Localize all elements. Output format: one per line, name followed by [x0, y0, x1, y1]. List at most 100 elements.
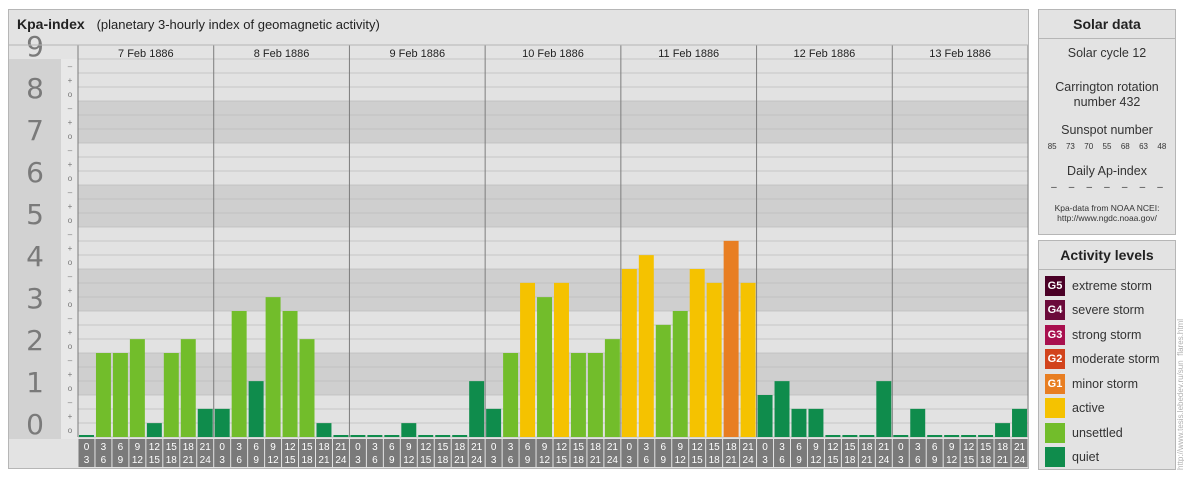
y-tick-label: 2 [26, 324, 44, 357]
kpa-bar [808, 408, 824, 437]
kpa-bar [469, 381, 485, 437]
interval-start-label: 3 [236, 442, 242, 453]
interval-start-label: 21 [200, 442, 212, 453]
ap-index-values: – – – – – – – [1039, 182, 1175, 193]
interval-end-label: 9 [389, 455, 395, 466]
interval-end-label: 21 [454, 455, 466, 466]
interval-start-label: 15 [301, 442, 313, 453]
ap-value: – [1157, 182, 1163, 193]
ap-value: – [1086, 182, 1093, 193]
interval-end-label: 18 [844, 455, 856, 466]
interval-end-label: 18 [166, 455, 178, 466]
minor-tick-label: + [68, 286, 73, 295]
interval-end-label: 12 [403, 455, 415, 466]
minor-tick-label: – [68, 62, 73, 71]
kpa-bar [672, 311, 688, 437]
legend-label: moderate storm [1072, 352, 1160, 366]
y-tick-label: 5 [26, 198, 44, 231]
kpa-bar [384, 435, 400, 437]
interval-end-label: 6 [779, 455, 785, 466]
interval-end-label: 24 [335, 455, 347, 466]
interval-start-label: 3 [644, 442, 650, 453]
interval-end-label: 18 [573, 455, 585, 466]
legend-label: minor storm [1072, 377, 1138, 391]
interval-end-label: 15 [827, 455, 839, 466]
minor-tick-label: o [68, 342, 73, 351]
kpa-bar [418, 435, 434, 437]
interval-start-label: 6 [932, 442, 938, 453]
minor-tick-label: – [68, 314, 73, 323]
minor-tick-label: – [68, 356, 73, 365]
minor-tick-label: o [68, 90, 73, 99]
interval-end-label: 12 [810, 455, 822, 466]
interval-start-label: 0 [491, 442, 497, 453]
ap-index-label: Daily Ap-index [1067, 164, 1147, 178]
legend-item-quiet: quiet [1045, 447, 1099, 467]
sunspot-value: 55 [1102, 142, 1112, 151]
interval-end-label: 3 [84, 455, 90, 466]
interval-end-label: 21 [183, 455, 195, 466]
interval-end-label: 21 [590, 455, 602, 466]
legend-label: unsettled [1072, 426, 1123, 440]
interval-start-label: 3 [372, 442, 378, 453]
ap-value: – [1104, 182, 1110, 193]
kpa-bar [486, 408, 502, 437]
legend-swatch: G1 [1045, 374, 1065, 394]
minor-tick-label: + [68, 160, 73, 169]
kpa-bar [876, 381, 892, 437]
interval-start-label: 18 [454, 442, 466, 453]
interval-end-label: 18 [301, 455, 313, 466]
kpa-bar [214, 408, 230, 437]
kpa-bar [570, 353, 586, 437]
day-label: 11 Feb 1886 [658, 48, 719, 60]
interval-start-label: 9 [949, 442, 955, 453]
kpa-bar [537, 297, 552, 437]
y-tick-label: 0 [26, 408, 44, 441]
interval-end-label: 21 [997, 455, 1009, 466]
interval-end-label: 3 [627, 455, 633, 466]
interval-start-label: 21 [878, 442, 890, 453]
interval-start-label: 21 [607, 442, 619, 453]
interval-end-label: 24 [607, 455, 619, 466]
interval-end-label: 15 [963, 455, 975, 466]
kpa-bar [316, 423, 332, 437]
kpa-bar [333, 435, 349, 437]
interval-end-label: 9 [118, 455, 124, 466]
interval-end-label: 9 [796, 455, 802, 466]
kpa-bar [520, 282, 536, 437]
y-tick-label: 6 [26, 156, 44, 189]
minor-tick-label: + [68, 118, 73, 127]
interval-start-label: 9 [270, 442, 276, 453]
legend-item-severe-storm: G4 severe storm [1045, 300, 1144, 320]
legend-label: quiet [1072, 450, 1100, 464]
interval-start-label: 3 [915, 442, 921, 453]
kpa-bar [587, 353, 603, 437]
interval-start-label: 12 [827, 442, 839, 453]
kpa-bar [401, 423, 417, 437]
kpa-bar [893, 435, 909, 437]
kpa-bar [112, 353, 128, 437]
interval-start-label: 3 [508, 442, 514, 453]
day-label: 7 Feb 1886 [118, 48, 174, 60]
kpa-bar [248, 381, 264, 437]
interval-start-label: 0 [355, 442, 361, 453]
interval-start-label: 0 [219, 442, 225, 453]
kpa-bar [350, 435, 366, 437]
kpa-bar [910, 408, 926, 437]
kpa-bar [791, 408, 807, 437]
kpa-bar [367, 435, 383, 437]
interval-start-label: 3 [101, 442, 107, 453]
interval-end-label: 12 [946, 455, 958, 466]
minor-tick-label: + [68, 328, 73, 337]
minor-tick-label: – [68, 188, 73, 197]
carrington-line1: Carrington rotation [1055, 80, 1159, 94]
legend-label: severe storm [1072, 303, 1145, 317]
interval-start-label: 18 [861, 442, 873, 453]
interval-start-label: 21 [1014, 442, 1026, 453]
interval-start-label: 18 [590, 442, 602, 453]
minor-tick-label: + [68, 370, 73, 379]
legend-swatch: G3 [1045, 325, 1065, 345]
minor-tick-label: o [68, 132, 73, 141]
interval-start-label: 18 [997, 442, 1009, 453]
interval-start-label: 12 [963, 442, 975, 453]
